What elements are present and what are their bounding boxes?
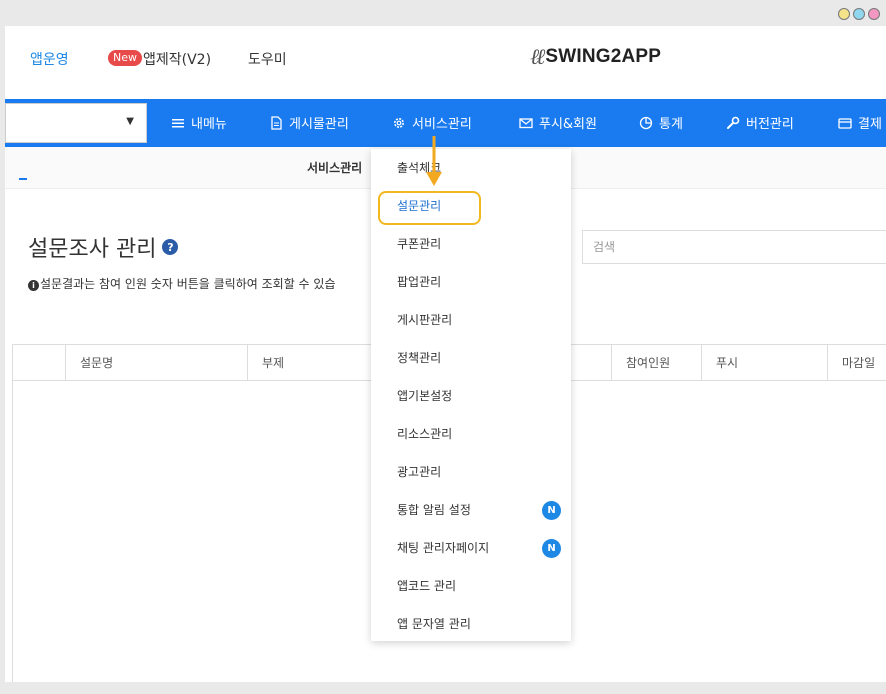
- nav-label: 통계: [659, 117, 683, 132]
- nav-label: 서비스관리: [412, 117, 472, 132]
- new-n-badge: N: [542, 501, 561, 520]
- search-box: [582, 230, 886, 264]
- nav-label: 푸시&회원: [539, 117, 597, 132]
- nav-payment[interactable]: 결제: [838, 113, 882, 132]
- logo-mark-icon: ℓℓ: [530, 45, 545, 70]
- nav-label: 버전관리: [746, 117, 794, 132]
- search-input[interactable]: [583, 231, 886, 263]
- menu-item-board[interactable]: 게시판관리: [397, 311, 452, 328]
- wrench-icon: [727, 116, 740, 129]
- page-title: 설문조사 관리 ?: [28, 231, 179, 263]
- minimize-dot[interactable]: [838, 8, 850, 20]
- caret-down-icon: ▼: [126, 116, 134, 127]
- hamburger-icon: [172, 118, 184, 127]
- menu-item-notification-settings[interactable]: 통합 알림 설정: [397, 501, 471, 518]
- header-push[interactable]: 푸시: [701, 345, 827, 381]
- main-navbar: ▼ 내메뉴 게시물관리 서비스관리 푸시&회원 통계 버전관리 결제: [5, 99, 886, 147]
- menu-item-app-strings[interactable]: 앱 문자열 관리: [397, 615, 471, 632]
- menu-item-chat-admin[interactable]: 채팅 관리자페이지: [397, 539, 489, 556]
- logo-text: SWING2APP: [545, 46, 662, 67]
- nav-service-management[interactable]: 서비스관리: [392, 113, 472, 132]
- header-survey-name[interactable]: 설문명: [65, 345, 247, 381]
- menu-item-app-settings[interactable]: 앱기본설정: [397, 387, 452, 404]
- service-management-dropdown: 출석체크 설문관리 쿠폰관리 팝업관리 게시판관리 정책관리 앱기본설정 리소스…: [371, 149, 571, 641]
- new-n-badge: N: [542, 539, 561, 558]
- header-participants[interactable]: 참여인원: [611, 345, 701, 381]
- menu-item-app-code[interactable]: 앱코드 관리: [397, 577, 456, 594]
- breadcrumb-indicator: [19, 178, 27, 180]
- nav-post-management[interactable]: 게시물관리: [269, 113, 349, 132]
- gear-icon: [394, 117, 404, 128]
- nav-my-menu[interactable]: 내메뉴: [171, 113, 227, 132]
- window-controls: [838, 8, 880, 20]
- nav-label: 내메뉴: [191, 117, 227, 132]
- header-deadline[interactable]: 마감일: [827, 345, 886, 381]
- swing2app-logo[interactable]: ℓℓ SWING2APP: [530, 44, 661, 70]
- nav-version-management[interactable]: 버전관리: [726, 113, 794, 132]
- app-operation-link[interactable]: 앱운영: [30, 49, 69, 69]
- menu-item-resources[interactable]: 리소스관리: [397, 425, 452, 442]
- app-select[interactable]: ▼: [5, 103, 147, 143]
- close-dot[interactable]: [868, 8, 880, 20]
- page: 앱운영 New 앱제작(V2) 도우미 ℓℓ SWING2APP ▼ 내메뉴 게…: [5, 26, 886, 682]
- info-message-text: 설문결과는 참여 인원 숫자 버튼을 클릭하여 조회할 수 있습: [40, 277, 336, 291]
- nav-label: 결제: [858, 117, 882, 132]
- help-icon[interactable]: ?: [162, 239, 179, 255]
- pie-chart-icon: [639, 116, 653, 129]
- maximize-dot[interactable]: [853, 8, 865, 20]
- app-creation-link[interactable]: 앱제작(V2): [143, 49, 211, 69]
- breadcrumb: 서비스관리: [307, 161, 363, 175]
- menu-item-popup[interactable]: 팝업관리: [397, 273, 441, 290]
- card-icon: [838, 117, 852, 129]
- menu-item-ads[interactable]: 광고관리: [397, 463, 441, 480]
- menu-item-policy[interactable]: 정책관리: [397, 349, 441, 366]
- menu-item-survey[interactable]: 설문관리: [397, 197, 441, 214]
- document-icon: [271, 115, 282, 130]
- nav-statistics[interactable]: 통계: [639, 113, 683, 132]
- menu-item-coupon[interactable]: 쿠폰관리: [397, 235, 441, 252]
- nav-push-members[interactable]: 푸시&회원: [519, 113, 597, 132]
- info-icon: i: [28, 280, 39, 291]
- new-badge: New: [108, 50, 142, 66]
- top-header: 앱운영 New 앱제작(V2) 도우미 ℓℓ SWING2APP: [5, 26, 886, 99]
- nav-label: 게시물관리: [289, 117, 349, 132]
- help-link[interactable]: 도우미: [248, 49, 287, 69]
- envelope-icon: [519, 117, 533, 128]
- info-message: i 설문결과는 참여 인원 숫자 버튼을 클릭하여 조회할 수 있습: [28, 275, 335, 292]
- pointer-arrow-icon: [426, 136, 442, 186]
- page-title-text: 설문조사 관리: [28, 237, 157, 262]
